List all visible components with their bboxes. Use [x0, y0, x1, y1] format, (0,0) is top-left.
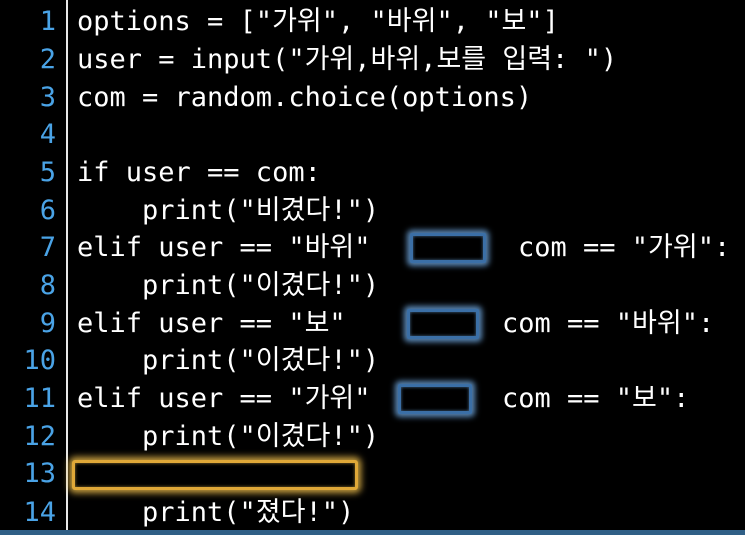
code-line-12: 12 print("이겼다!"): [0, 418, 745, 455]
code-editor: 1 options = ["가위", "바위", "보"] 2 user = i…: [0, 0, 745, 535]
code-text: com = random.choice(options): [77, 82, 533, 113]
line-number: 2: [39, 44, 56, 75]
line-number: 11: [23, 383, 56, 414]
code-line-2: 2 user = input("가위,바위,보를 입력: "): [0, 41, 745, 78]
code-text: print("비겼다!"): [77, 195, 380, 226]
code-text: elif user == "가위": [77, 383, 371, 414]
code-text: print("졌다!"): [77, 497, 355, 528]
code-line-7: 7 elif user == "바위" com == "가위":: [0, 229, 745, 266]
line-number: 14: [23, 497, 56, 528]
line-number: 5: [39, 157, 56, 188]
line-number: 3: [39, 82, 56, 113]
code-line-14: 14 print("졌다!"): [0, 494, 745, 531]
code-line-4: 4: [0, 116, 745, 153]
code-line-9: 9 elif user == "보" com == "바위":: [0, 305, 745, 342]
code-text-after-blank: com == "가위":: [518, 232, 731, 263]
code-line-3: 3 com = random.choice(options): [0, 79, 745, 116]
code-text: print("이겼다!"): [77, 270, 380, 301]
code-line-5: 5 if user == com:: [0, 154, 745, 191]
line-number: 1: [39, 6, 56, 37]
code-text-after-blank: com == "보":: [502, 383, 690, 414]
code-text: print("이겼다!"): [77, 345, 380, 376]
line-number: 13: [23, 458, 56, 489]
code-text: options = ["가위", "바위", "보"]: [77, 6, 559, 37]
blank-box-line-11[interactable]: [398, 384, 472, 414]
code-line-11: 11 elif user == "가위" com == "보":: [0, 380, 745, 417]
code-text-after-blank: com == "바위":: [502, 308, 715, 339]
line-number: 4: [39, 119, 56, 150]
line-number: 8: [39, 270, 56, 301]
code-line-10: 10 print("이겼다!"): [0, 342, 745, 379]
code-line-1: 1 options = ["가위", "바위", "보"]: [0, 3, 745, 40]
line-number: 6: [39, 195, 56, 226]
line-number: 10: [23, 345, 56, 376]
blank-box-line-7[interactable]: [410, 233, 486, 263]
blank-box-line-13[interactable]: [72, 460, 358, 490]
code-text: print("이겼다!"): [77, 421, 380, 452]
line-number: 12: [23, 421, 56, 452]
blank-box-line-9[interactable]: [407, 309, 479, 339]
code-line-6: 6 print("비겼다!"): [0, 192, 745, 229]
line-number: 7: [39, 232, 56, 263]
code-line-8: 8 print("이겼다!"): [0, 267, 745, 304]
line-number: 9: [39, 308, 56, 339]
code-text: if user == com:: [77, 157, 321, 188]
code-text: elif user == "보": [77, 308, 346, 339]
code-text: user = input("가위,바위,보를 입력: "): [77, 44, 618, 75]
code-text: elif user == "바위": [77, 232, 371, 263]
